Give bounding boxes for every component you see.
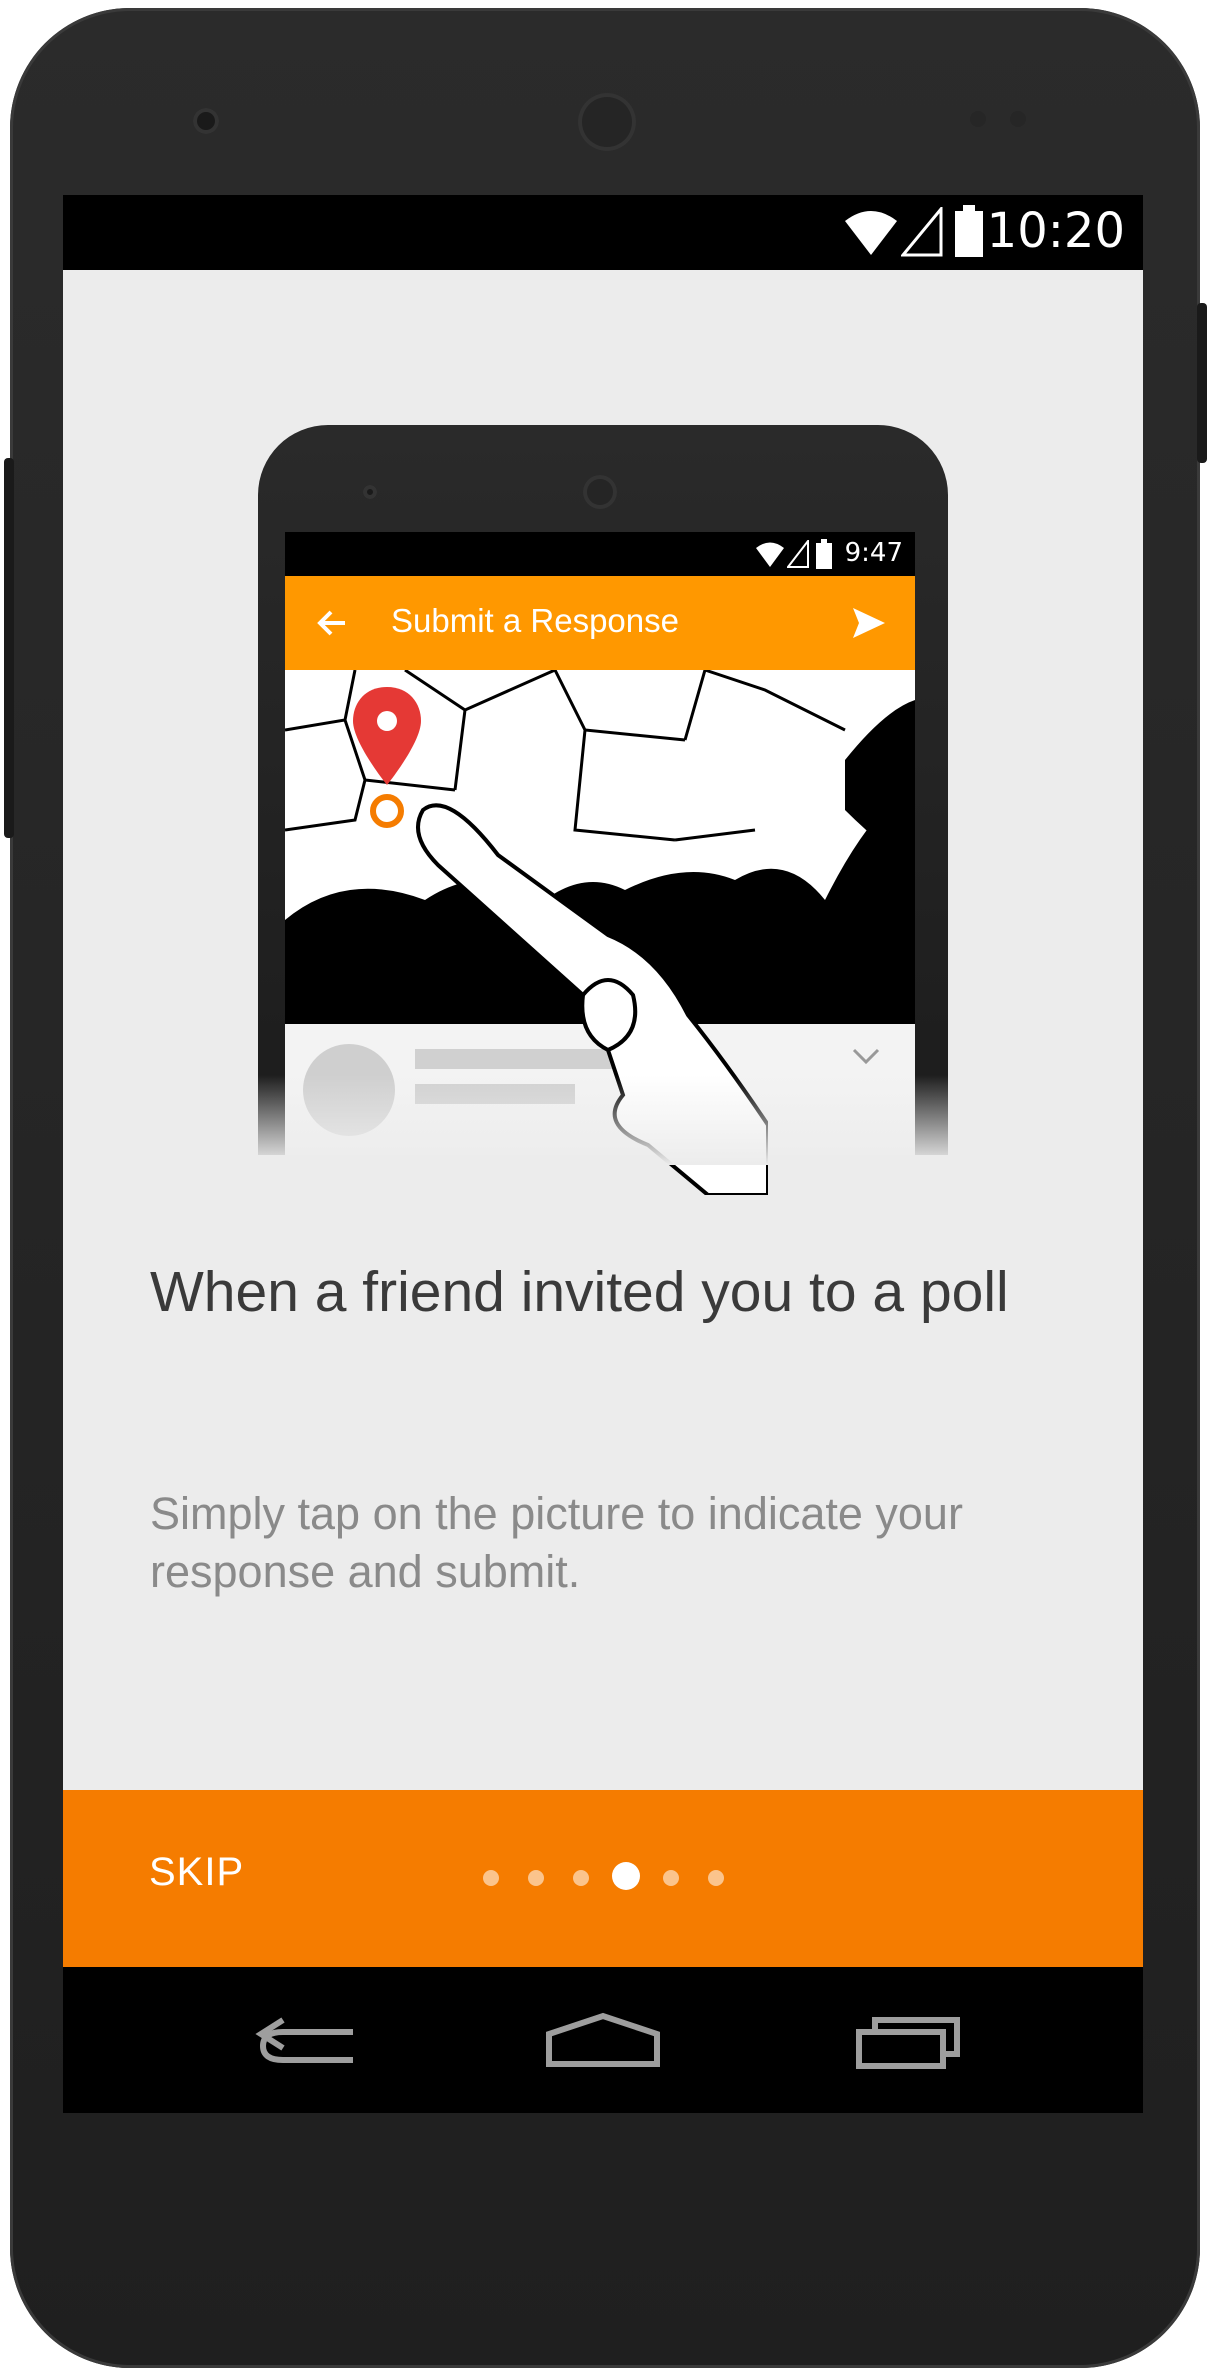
page-dot[interactable]	[483, 1870, 499, 1886]
navigation-bar	[63, 1967, 1143, 2113]
illustration-wifi-icon	[756, 542, 784, 567]
illustration-status-time: 9:47	[844, 538, 903, 568]
illustration-battery-icon	[816, 539, 832, 569]
page-dot-active[interactable]	[612, 1862, 640, 1890]
skip-button[interactable]: SKIP	[149, 1850, 244, 1895]
onboarding-bottom-bar: SKIP	[63, 1790, 1143, 1967]
screen: 10:20 9:47 Submit a Response When a frie…	[63, 195, 1143, 2113]
earpiece-speaker	[578, 93, 636, 151]
back-icon[interactable]	[253, 2012, 363, 2072]
onboarding-description: Simply tap on the picture to indicate yo…	[150, 1488, 963, 1597]
illustration-camera-icon	[363, 485, 377, 499]
illustration-speaker-icon	[583, 475, 617, 509]
light-sensor	[1010, 111, 1026, 127]
illustration-status-bar: 9:47	[285, 532, 915, 576]
battery-icon	[955, 205, 983, 257]
cell-signal-icon	[901, 207, 943, 257]
arrow-left-icon	[317, 610, 345, 636]
proximity-sensor	[970, 111, 986, 127]
page-dot[interactable]	[663, 1870, 679, 1886]
page-dot[interactable]	[573, 1870, 589, 1886]
wifi-icon	[845, 211, 897, 255]
volume-button	[4, 458, 14, 838]
tap-target-icon	[370, 794, 404, 828]
illustration-signal-icon	[787, 540, 809, 568]
page-dot[interactable]	[708, 1870, 724, 1886]
front-camera	[193, 108, 219, 134]
status-time: 10:20	[986, 203, 1125, 259]
page-dot[interactable]	[528, 1870, 544, 1886]
recents-icon[interactable]	[853, 2012, 963, 2072]
illustration-fade	[63, 1075, 1143, 1165]
chevron-down-icon	[852, 1048, 880, 1065]
power-button	[1197, 303, 1207, 463]
status-bar: 10:20	[63, 195, 1143, 270]
home-icon[interactable]	[543, 2012, 663, 2072]
map-pin-icon	[353, 687, 421, 785]
illustration-toolbar-title: Submit a Response	[391, 602, 679, 639]
onboarding-title: When a friend invited you to a poll	[150, 1260, 1009, 1324]
illustration-toolbar: Submit a Response	[285, 576, 915, 670]
send-icon	[853, 608, 885, 638]
